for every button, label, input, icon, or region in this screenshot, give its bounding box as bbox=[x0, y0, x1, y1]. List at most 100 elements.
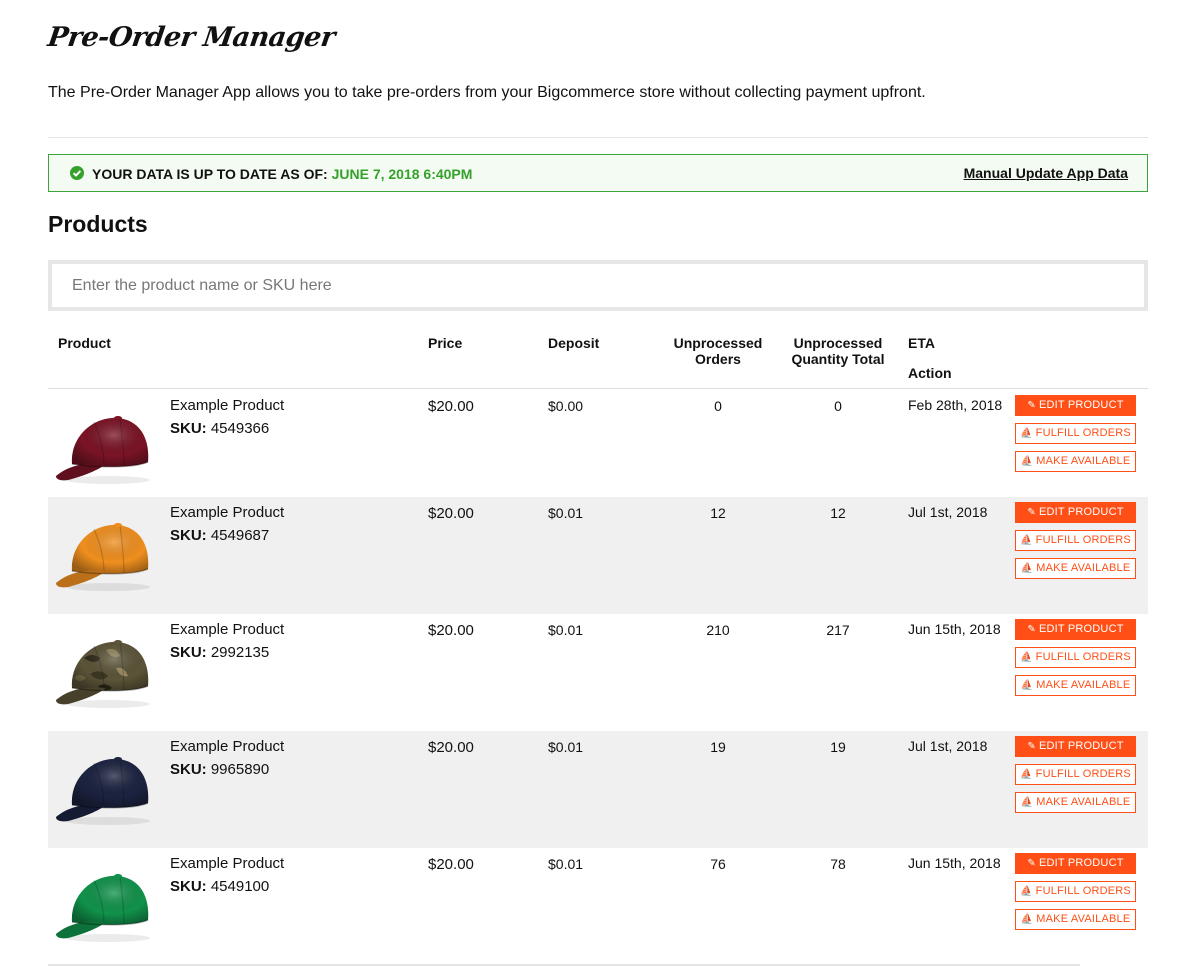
cap-icon bbox=[54, 416, 158, 490]
product-eta: Jun 15th, 2018 bbox=[908, 621, 1001, 637]
ship-icon: ⛵ bbox=[1020, 797, 1034, 808]
product-price: $20.00 bbox=[428, 505, 474, 522]
product-sku: SKU: 2992135 bbox=[170, 644, 269, 661]
unprocessed-orders: 19 bbox=[710, 739, 726, 755]
fulfill-orders-label: FULFILL ORDERS bbox=[1035, 885, 1131, 897]
product-image bbox=[54, 513, 158, 593]
edit-product-button[interactable]: ✎ EDIT PRODUCT bbox=[1015, 395, 1136, 416]
product-image bbox=[54, 747, 158, 827]
sku-value: 4549100 bbox=[210, 878, 270, 895]
make-available-button[interactable]: ⛵ MAKE AVAILABLE bbox=[1015, 558, 1136, 579]
sku-label: SKU: bbox=[170, 527, 207, 544]
section-title: Products bbox=[48, 211, 148, 237]
product-price: $20.00 bbox=[428, 856, 474, 873]
product-name[interactable]: Example Product bbox=[170, 504, 284, 521]
product-name[interactable]: Example Product bbox=[170, 397, 284, 414]
fulfill-orders-label: FULFILL ORDERS bbox=[1035, 534, 1131, 546]
sku-label: SKU: bbox=[170, 878, 207, 895]
fulfill-orders-button[interactable]: ⛵ FULFILL ORDERS bbox=[1015, 423, 1136, 444]
product-sku: SKU: 4549366 bbox=[170, 420, 269, 437]
fulfill-orders-label: FULFILL ORDERS bbox=[1035, 427, 1131, 439]
product-name[interactable]: Example Product bbox=[170, 621, 284, 638]
camo-cap-icon bbox=[54, 640, 158, 714]
check-circle-icon bbox=[70, 166, 84, 180]
unprocessed-orders: 210 bbox=[706, 622, 730, 638]
edit-product-label: EDIT PRODUCT bbox=[1038, 857, 1124, 869]
app-description: The Pre-Order Manager App allows you to … bbox=[48, 84, 926, 101]
product-eta: Jul 1st, 2018 bbox=[908, 504, 988, 520]
pencil-icon: ✎ bbox=[1027, 624, 1036, 635]
unprocessed-orders: 12 bbox=[710, 505, 726, 521]
cap-icon bbox=[54, 523, 158, 597]
header-action: Action bbox=[908, 365, 952, 381]
fulfill-orders-label: FULFILL ORDERS bbox=[1035, 651, 1131, 663]
header-divider bbox=[48, 388, 1148, 389]
product-deposit: $0.01 bbox=[548, 739, 584, 755]
edit-product-button[interactable]: ✎ EDIT PRODUCT bbox=[1015, 736, 1136, 757]
product-sku: SKU: 9965890 bbox=[170, 761, 269, 778]
cap-icon bbox=[54, 757, 158, 831]
product-eta: Jun 15th, 2018 bbox=[908, 855, 1001, 871]
app-title: Pre-Order Manager bbox=[45, 22, 337, 53]
data-status-banner: YOUR DATA IS UP TO DATE AS OF: JUNE 7, 2… bbox=[48, 154, 1148, 192]
fulfill-orders-button[interactable]: ⛵ FULFILL ORDERS bbox=[1015, 647, 1136, 668]
product-price: $20.00 bbox=[428, 398, 474, 415]
edit-product-button[interactable]: ✎ EDIT PRODUCT bbox=[1015, 502, 1136, 523]
status-date: JUNE 7, 2018 6:40PM bbox=[331, 166, 473, 182]
header-unprocessed-qty-line1: Unprocessed bbox=[793, 335, 883, 351]
ship-icon: ⛵ bbox=[1020, 886, 1033, 897]
unprocessed-quantity: 0 bbox=[834, 398, 842, 414]
fulfill-orders-button[interactable]: ⛵ FULFILL ORDERS bbox=[1015, 764, 1136, 785]
divider bbox=[48, 137, 1148, 138]
fulfill-orders-button[interactable]: ⛵ FULFILL ORDERS bbox=[1015, 881, 1136, 902]
ship-icon: ⛵ bbox=[1020, 428, 1033, 439]
sku-value: 4549687 bbox=[210, 527, 270, 544]
pencil-icon: ✎ bbox=[1027, 400, 1036, 411]
header-unprocessed-orders-line2: Orders bbox=[695, 351, 741, 367]
fulfill-orders-label: FULFILL ORDERS bbox=[1035, 768, 1131, 780]
header-unprocessed-orders: Unprocessed Orders bbox=[658, 335, 778, 367]
make-available-label: MAKE AVAILABLE bbox=[1036, 562, 1131, 574]
header-price: Price bbox=[428, 335, 463, 351]
table-row: Example Product SKU: 9965890 $20.00 $0.0… bbox=[48, 731, 1148, 848]
fulfill-orders-button[interactable]: ⛵ FULFILL ORDERS bbox=[1015, 530, 1136, 551]
ship-icon: ⛵ bbox=[1020, 652, 1033, 663]
make-available-label: MAKE AVAILABLE bbox=[1036, 796, 1131, 808]
pencil-icon: ✎ bbox=[1027, 741, 1036, 752]
search-input[interactable] bbox=[52, 264, 1144, 307]
edit-product-label: EDIT PRODUCT bbox=[1038, 740, 1124, 752]
table-row: Example Product SKU: 2992135 $20.00 $0.0… bbox=[48, 614, 1148, 731]
pencil-icon: ✎ bbox=[1027, 858, 1036, 869]
product-sku: SKU: 4549100 bbox=[170, 878, 269, 895]
header-eta: ETA bbox=[908, 335, 935, 351]
edit-product-button[interactable]: ✎ EDIT PRODUCT bbox=[1015, 853, 1136, 874]
ship-icon: ⛵ bbox=[1020, 535, 1033, 546]
ship-icon: ⛵ bbox=[1020, 769, 1033, 780]
pencil-icon: ✎ bbox=[1027, 507, 1036, 518]
make-available-label: MAKE AVAILABLE bbox=[1036, 455, 1131, 467]
manual-update-link[interactable]: Manual Update App Data bbox=[964, 165, 1128, 181]
status-label: YOUR DATA IS UP TO DATE AS OF: bbox=[92, 166, 328, 182]
product-price: $20.00 bbox=[428, 739, 474, 756]
edit-product-label: EDIT PRODUCT bbox=[1038, 399, 1124, 411]
divider bbox=[48, 964, 1080, 966]
product-image bbox=[54, 864, 158, 944]
make-available-button[interactable]: ⛵ MAKE AVAILABLE bbox=[1015, 451, 1136, 472]
product-name[interactable]: Example Product bbox=[170, 855, 284, 872]
cap-icon bbox=[54, 874, 158, 948]
header-unprocessed-qty-line2: Quantity Total bbox=[791, 351, 885, 367]
product-deposit: $0.01 bbox=[548, 505, 584, 521]
product-eta: Feb 28th, 2018 bbox=[908, 397, 1003, 413]
make-available-button[interactable]: ⛵ MAKE AVAILABLE bbox=[1015, 675, 1136, 696]
product-name[interactable]: Example Product bbox=[170, 738, 284, 755]
make-available-button[interactable]: ⛵ MAKE AVAILABLE bbox=[1015, 792, 1136, 813]
sku-value: 9965890 bbox=[210, 761, 270, 778]
edit-product-button[interactable]: ✎ EDIT PRODUCT bbox=[1015, 619, 1136, 640]
ship-icon: ⛵ bbox=[1020, 563, 1034, 574]
header-unprocessed-orders-line1: Unprocessed bbox=[673, 335, 763, 351]
table-row: Example Product SKU: 4549100 $20.00 $0.0… bbox=[48, 848, 1148, 965]
unprocessed-orders: 0 bbox=[714, 398, 722, 414]
make-available-button[interactable]: ⛵ MAKE AVAILABLE bbox=[1015, 909, 1136, 930]
ship-icon: ⛵ bbox=[1020, 914, 1034, 925]
header-product: Product bbox=[58, 335, 111, 351]
